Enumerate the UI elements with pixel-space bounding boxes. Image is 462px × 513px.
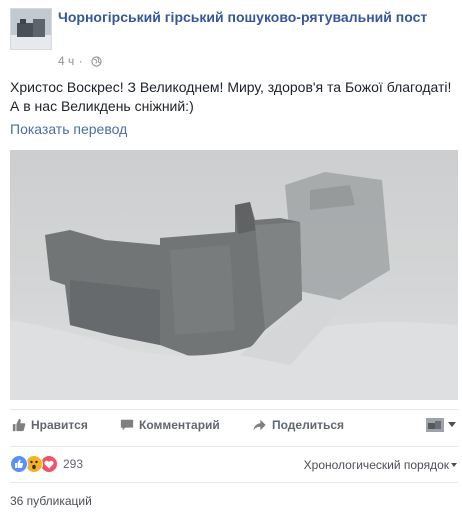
sort-label: Хронологический порядок bbox=[303, 458, 449, 472]
comment-sort-dropdown[interactable]: Хронологический порядок bbox=[304, 458, 457, 472]
chevron-down-icon bbox=[448, 422, 456, 427]
like-icon bbox=[10, 455, 28, 473]
share-arrow-icon bbox=[253, 419, 266, 431]
reaction-count: 293 bbox=[63, 457, 84, 471]
globe-icon bbox=[91, 56, 102, 70]
post-header: Чорногірський гірський пошуково-рятуваль… bbox=[10, 8, 450, 68]
comment-label: Комментарий bbox=[139, 418, 220, 432]
thumbs-up-icon bbox=[12, 418, 26, 432]
post-text-line: А в нас Великдень сніжний:) bbox=[10, 98, 194, 114]
post-photo[interactable] bbox=[10, 150, 458, 400]
audience-selector[interactable] bbox=[426, 418, 456, 432]
divider bbox=[10, 409, 458, 410]
comment-button[interactable]: Комментарий bbox=[120, 416, 220, 434]
show-translation-link[interactable]: Показать перевод bbox=[10, 121, 127, 137]
page-name-link[interactable]: Чорногірський гірський пошуково-рятуваль… bbox=[58, 8, 448, 26]
divider bbox=[10, 446, 458, 447]
page-thumbnail-icon bbox=[426, 418, 444, 432]
reactions-summary[interactable]: 293 bbox=[10, 455, 83, 473]
divider bbox=[10, 482, 458, 483]
share-button[interactable]: Поделиться bbox=[252, 416, 344, 434]
post-text-line: Христос Воскрес! З Великоднем! Миру, здо… bbox=[10, 79, 452, 95]
post-text: Христос Воскрес! З Великоднем! Миру, здо… bbox=[10, 78, 455, 116]
comment-icon bbox=[120, 419, 134, 431]
page-avatar[interactable] bbox=[10, 8, 52, 50]
shares-count-link[interactable]: 36 публикаций bbox=[10, 494, 92, 508]
share-label: Поделиться bbox=[272, 418, 345, 432]
caret-down-icon bbox=[451, 463, 457, 467]
action-bar: Нравится Комментарий Поделиться bbox=[10, 416, 458, 438]
post-timestamp[interactable]: 4 ч bbox=[58, 54, 74, 68]
post-meta: 4 ч · bbox=[58, 54, 102, 70]
like-label: Нравится bbox=[31, 418, 88, 432]
like-button[interactable]: Нравится bbox=[12, 416, 88, 434]
